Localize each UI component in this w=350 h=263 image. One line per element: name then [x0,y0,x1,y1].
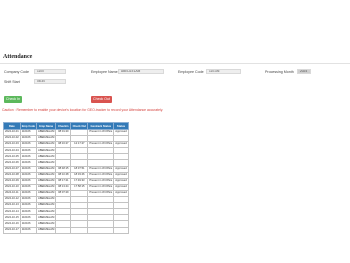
status-cell: Approved [113,141,129,149]
column-header-emp-name: Emp Name [36,122,57,130]
date-cell: 2024-10-14 [3,208,21,216]
employee-code-label: Employee Code [178,70,204,74]
date-cell: 2024-10-03 [3,141,21,149]
date-cell: 2024-10-07 [3,165,21,173]
processing-month-field[interactable]: 2024 [297,69,311,74]
date-cell: 2024-10-16 [3,220,21,228]
geotrack-status-cell: Present in W.Office [87,183,115,191]
column-header-emp-code: Emp Code [19,122,38,130]
employee-name-field[interactable]: ABEDZELAM [118,69,164,74]
shift-field[interactable]: 08:30 [34,79,66,84]
emp-name-cell: ABEDZELAM [36,220,57,228]
geotrack-status-cell [87,226,115,234]
emp-name-cell: ABEDZELAM [36,165,57,173]
emp-name-cell: ABEDZELAM [36,226,57,234]
geotrack-status-cell: Present in W.Office [87,189,115,198]
date-cell: 2024-10-02 [3,135,21,143]
date-cell: 2024-10-06 [3,159,21,167]
date-cell: 2024-10-04 [3,147,21,155]
emp-name-cell: ABEDZELAM [36,171,57,179]
date-cell: 2024-10-01 [3,128,21,137]
table-row: 2024-10-17 110106 ABEDZELAM [3,226,129,234]
shift-label: Shift Start [4,80,20,84]
table-row: 2024-10-09 110106 ABEDZELAM 08:17:21 17:49:3… [3,177,129,185]
geotrack-status-cell: Present in W.Office [87,165,115,173]
date-cell: 2024-10-12 [3,196,21,204]
check-in-button[interactable]: Check In [4,96,22,103]
emp-name-cell: ABEDZELAM [36,177,57,185]
company-code-field[interactable]: 1100 [34,69,66,74]
table-row: 2024-10-11 110106 ABEDZELAM 08:07:29 Present… [3,189,129,198]
date-cell: 2024-10-08 [3,171,21,179]
company-code-label: Company Code [4,70,29,74]
emp-name-cell: ABEDZELAM [36,128,57,137]
column-header-status: Status [113,122,129,130]
table-row: 2024-10-10 110106 ABEDZELAM 08:13:44 17:58:1… [3,183,129,191]
status-cell: Approved [113,183,129,191]
emp-name-cell: ABEDZELAM [36,214,57,222]
status-cell [113,226,129,234]
date-cell: 2024-10-13 [3,202,21,210]
caution-message: Caution : Remember to enable your device… [2,108,164,112]
check-out-button[interactable]: Check Out [91,96,112,103]
emp-name-cell: ABEDZELAM [36,208,57,216]
emp-name-cell: ABEDZELAM [36,159,57,167]
date-cell: 2024-10-09 [3,177,21,185]
emp-name-cell: ABEDZELAM [36,153,57,161]
column-header-date: Date [3,122,21,130]
date-cell: 2024-10-15 [3,214,21,222]
date-cell: 2024-10-17 [3,226,21,234]
table-row: 2024-10-03 110106 ABEDZELAM 08:16:27 12:17:2… [3,141,129,149]
date-cell: 2024-10-10 [3,183,21,191]
status-cell: Approved [113,189,129,198]
processing-month-label: Processing Month [265,70,294,74]
emp-name-cell: ABEDZELAM [36,202,57,210]
status-cell: Approved [113,128,129,137]
column-header-check-out: Check Out [70,122,89,130]
table-header-row: Date Emp Code Emp Name Checkin Check Out… [3,122,129,130]
emp-code-cell: 110106 [19,226,38,234]
page-title: Attendance [3,54,33,60]
emp-name-cell: ABEDZELAM [36,135,57,143]
table-row: 2024-10-01 110106 ABEDZELAM 08:01:20 Present… [3,128,129,137]
emp-name-cell: ABEDZELAM [36,183,57,191]
geotrack-status-cell: Present in W.Office [87,128,115,137]
employee-code-field[interactable]: 110106 [206,69,241,74]
header-divider [0,63,350,64]
column-header-geotrack-status: Geotrack Status [87,122,115,130]
status-cell: Approved [113,177,129,185]
date-cell: 2024-10-05 [3,153,21,161]
column-header-checkin: Checkin [55,122,72,130]
emp-name-cell: ABEDZELAM [36,189,57,198]
geotrack-status-cell: Present in W.Office [87,171,115,179]
geotrack-status-cell: Present in W.Office [87,177,115,185]
geotrack-status-cell: Present in W.Office [87,141,115,149]
check-out-cell [70,226,89,234]
checkin-cell [55,226,72,234]
emp-name-cell: ABEDZELAM [36,141,57,149]
table-row: 2024-10-08 110106 ABEDZELAM 08:10:48 18:33:4… [3,171,129,179]
status-cell: Approved [113,171,129,179]
date-cell: 2024-10-11 [3,189,21,198]
status-cell: Approved [113,165,129,173]
emp-name-cell: ABEDZELAM [36,196,57,204]
emp-name-cell: ABEDZELAM [36,147,57,155]
attendance-table: Date Emp Code Emp Name Checkin Check Out… [3,122,129,234]
table-row: 2024-10-07 110106 ABEDZELAM 08:48:15 18:37:5… [3,165,129,173]
employee-name-label: Employee Name [91,70,118,74]
